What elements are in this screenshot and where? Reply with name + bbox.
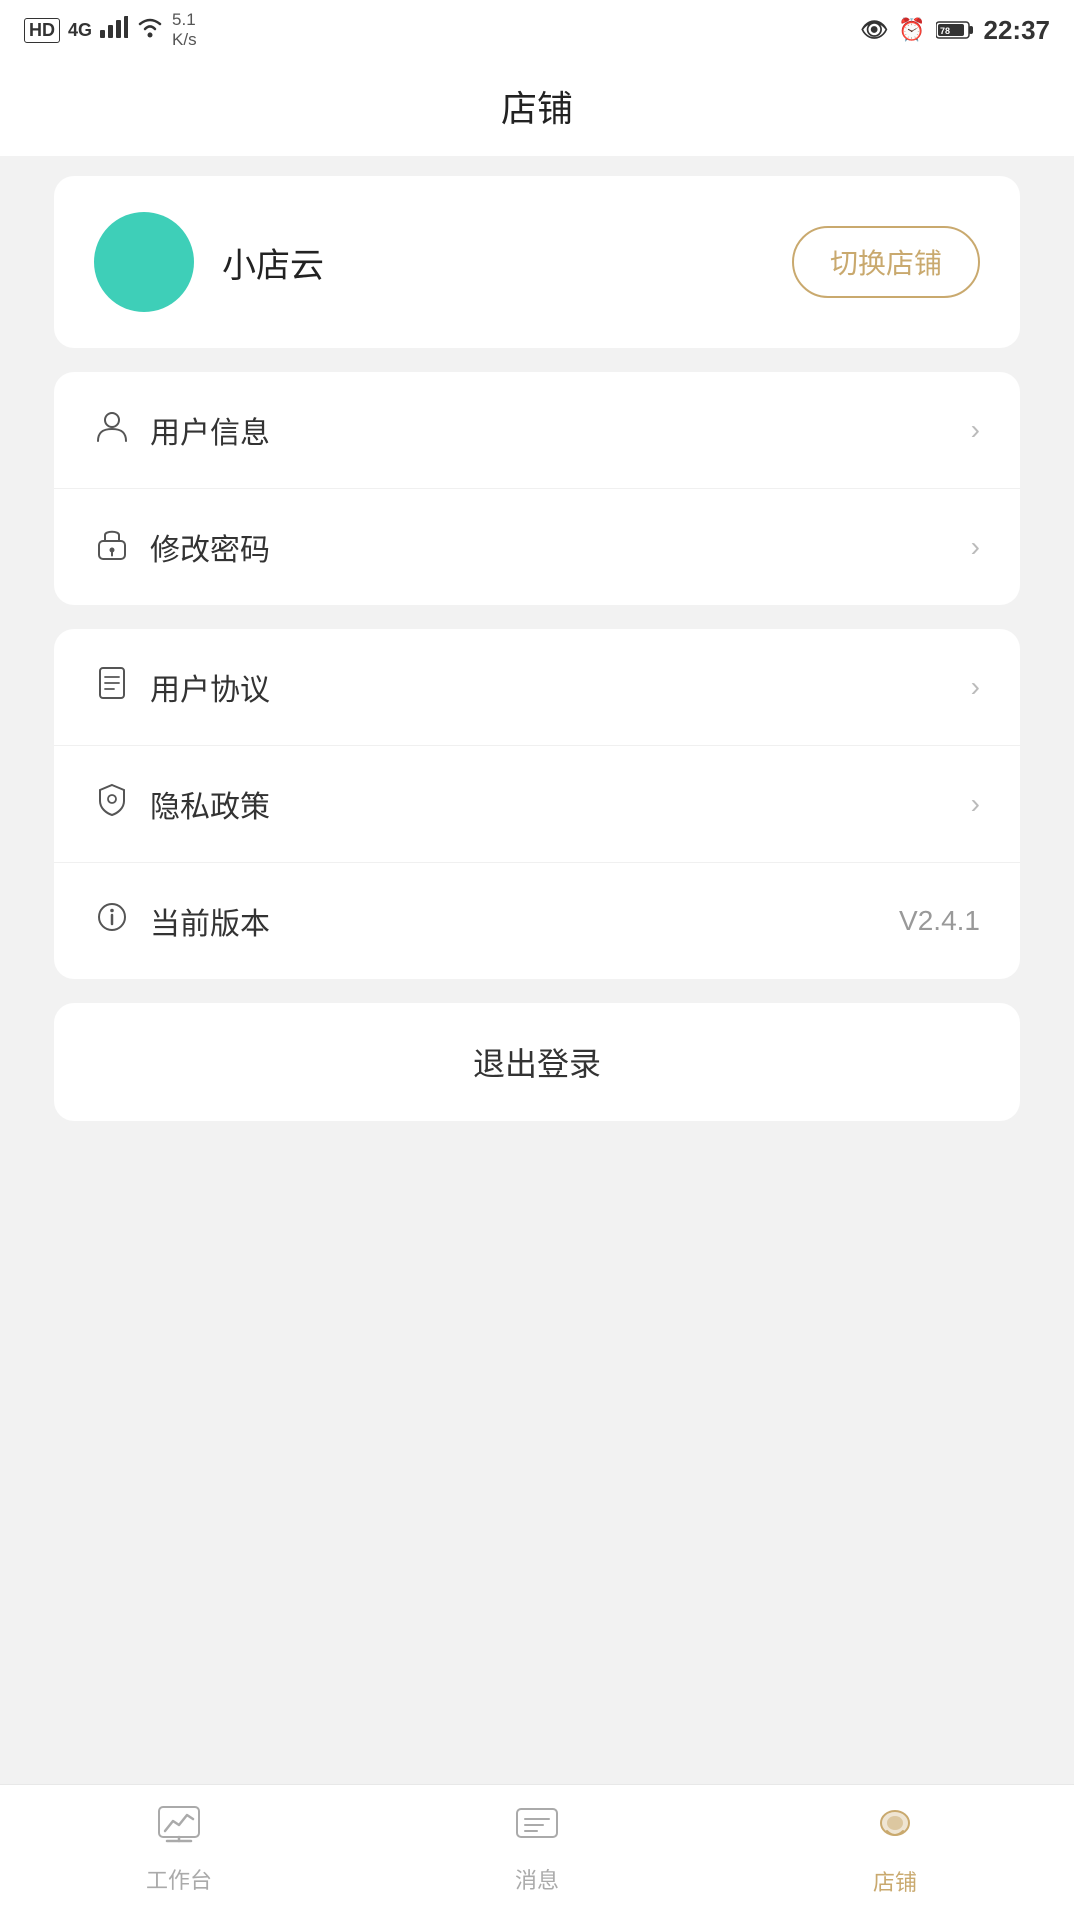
doc-icon [94, 666, 130, 708]
alarm-icon: ⏰ [898, 17, 925, 43]
signal-bars-icon [100, 16, 128, 44]
bottom-nav: 工作台 消息 店铺 [0, 1784, 1074, 1914]
profile-card: 小店云 切换店铺 [54, 176, 1020, 348]
status-right: 👁 ⏰ 78 22:37 [860, 15, 1050, 46]
nav-item-store[interactable]: 店铺 [716, 1803, 1074, 1897]
user-agreement-label: 用户协议 [150, 665, 270, 709]
privacy-policy-item[interactable]: 隐私政策 › [54, 746, 1020, 863]
change-password-label: 修改密码 [150, 525, 270, 569]
store-name: 小店云 [222, 238, 324, 287]
change-password-right: › [971, 531, 980, 563]
battery-icon: 78 [936, 20, 974, 40]
current-version-label: 当前版本 [150, 899, 270, 943]
current-version-left: 当前版本 [94, 899, 270, 943]
user-icon [94, 409, 130, 451]
hd-badge: HD [24, 18, 60, 43]
privacy-policy-left: 隐私政策 [94, 782, 270, 826]
switch-store-button[interactable]: 切换店铺 [792, 226, 980, 298]
page-header: 店铺 [0, 60, 1074, 156]
workbench-icon [157, 1805, 201, 1855]
version-value: V2.4.1 [899, 905, 980, 937]
current-version-item: 当前版本 V2.4.1 [54, 863, 1020, 979]
user-info-label: 用户信息 [150, 408, 270, 452]
lock-icon [94, 525, 130, 569]
messages-nav-label: 消息 [515, 1863, 559, 1895]
messages-icon [515, 1805, 559, 1855]
nav-item-workbench[interactable]: 工作台 [0, 1805, 358, 1895]
eye-icon: 👁 [860, 17, 888, 43]
menu-card-2: 用户协议 › 隐私政策 › [54, 629, 1020, 979]
signal-4g: 4G [68, 20, 92, 41]
content-area: 小店云 切换店铺 用户信息 › [0, 156, 1074, 1121]
shield-icon [94, 783, 130, 825]
menu-card-1: 用户信息 › 修改密码 › [54, 372, 1020, 605]
logout-label: 退出登录 [473, 1046, 601, 1082]
user-agreement-left: 用户协议 [94, 665, 270, 709]
change-password-left: 修改密码 [94, 525, 270, 569]
current-version-right: V2.4.1 [899, 905, 980, 937]
nav-item-messages[interactable]: 消息 [358, 1805, 716, 1895]
change-password-item[interactable]: 修改密码 › [54, 489, 1020, 605]
privacy-policy-right: › [971, 788, 980, 820]
time: 22:37 [984, 15, 1051, 46]
svg-text:78: 78 [940, 26, 950, 36]
status-left: HD 4G 5.1K/s [24, 10, 197, 50]
store-icon [873, 1803, 917, 1857]
chevron-right-icon-2: › [971, 531, 980, 563]
chevron-right-icon-3: › [971, 671, 980, 703]
store-nav-label: 店铺 [873, 1865, 917, 1897]
user-info-right: › [971, 414, 980, 446]
info-icon [94, 901, 130, 941]
user-info-left: 用户信息 [94, 408, 270, 452]
privacy-policy-label: 隐私政策 [150, 782, 270, 826]
avatar [94, 212, 194, 312]
workbench-nav-label: 工作台 [146, 1863, 212, 1895]
chevron-right-icon: › [971, 414, 980, 446]
user-agreement-item[interactable]: 用户协议 › [54, 629, 1020, 746]
network-speed: 5.1K/s [172, 10, 197, 50]
status-bar: HD 4G 5.1K/s 👁 ⏰ [0, 0, 1074, 60]
page-title: 店铺 [501, 88, 573, 129]
wifi-icon [136, 16, 164, 44]
logout-card[interactable]: 退出登录 [54, 1003, 1020, 1121]
profile-left: 小店云 [94, 212, 324, 312]
chevron-right-icon-4: › [971, 788, 980, 820]
user-agreement-right: › [971, 671, 980, 703]
user-info-item[interactable]: 用户信息 › [54, 372, 1020, 489]
